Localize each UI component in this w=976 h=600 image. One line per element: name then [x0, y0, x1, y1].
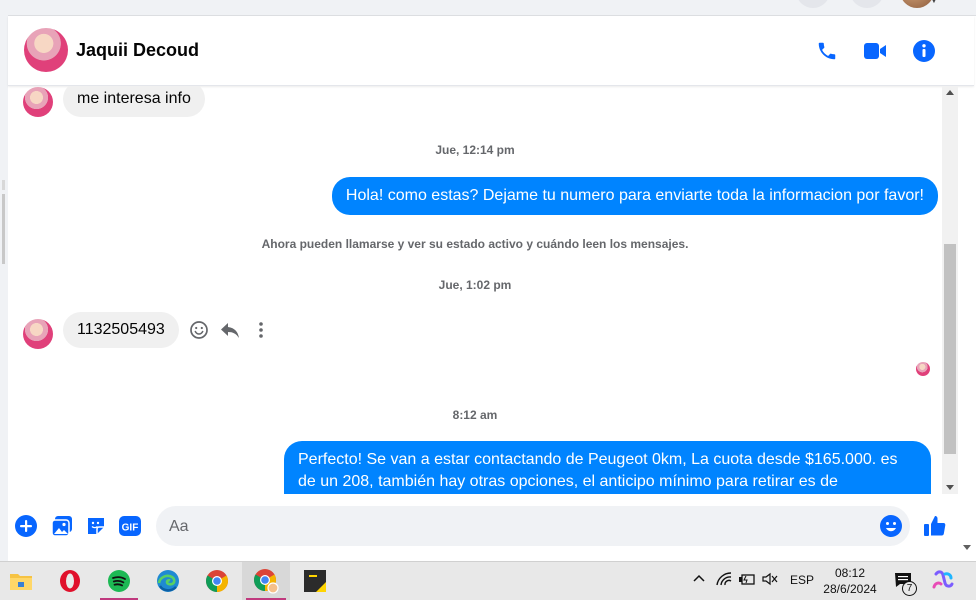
status-notice: Ahora pueden llamarse y ver su estado ac…	[261, 237, 689, 251]
timestamp: 8:12 am	[452, 408, 498, 422]
more-icon[interactable]	[250, 319, 272, 341]
wifi-icon[interactable]	[716, 572, 732, 589]
scroll-down-arrow[interactable]	[946, 485, 954, 490]
scroll-up-arrow[interactable]	[946, 90, 954, 95]
scrollbar-thumb[interactable]	[944, 244, 956, 454]
page-scrollbar[interactable]	[958, 533, 976, 561]
outgoing-message[interactable]: Perfecto! Se van a estar contactando de …	[284, 441, 931, 494]
plus-icon[interactable]	[14, 514, 38, 538]
opera-icon[interactable]	[57, 568, 83, 594]
gif-icon[interactable]: GIF	[118, 514, 142, 538]
taskbar: ESP 08:12 28/6/2024 7	[0, 561, 976, 600]
message-scrollbar[interactable]	[942, 86, 958, 494]
message-input[interactable]: Aa	[156, 506, 910, 546]
timestamp: Jue, 12:14 pm	[435, 143, 515, 157]
phone-icon[interactable]	[814, 38, 840, 64]
spotify-icon[interactable]	[106, 568, 132, 594]
file-explorer-icon[interactable]	[8, 568, 34, 594]
contact-name[interactable]: Jaquii Decoud	[76, 40, 199, 61]
profile-avatar[interactable]	[900, 0, 934, 8]
svg-text:GIF: GIF	[122, 523, 139, 534]
scroll-down-arrow[interactable]	[963, 545, 971, 550]
chevron-down-icon[interactable]: ▼	[930, 0, 938, 5]
incoming-message[interactable]: 1132505493	[63, 312, 179, 348]
message-list: me interesa info Jue, 12:14 pm Hola! com…	[8, 86, 942, 494]
timestamp: Jue, 1:02 pm	[438, 278, 512, 292]
copilot-icon[interactable]	[932, 570, 954, 595]
incoming-message[interactable]: me interesa info	[63, 86, 205, 117]
chrome-icon[interactable]	[204, 568, 230, 594]
video-camera-icon[interactable]	[862, 38, 888, 64]
image-icon[interactable]	[50, 514, 74, 538]
clock-date: 28/6/2024	[823, 582, 877, 596]
outgoing-message[interactable]: Hola! como estas? Dejame tu numero para …	[331, 177, 938, 215]
notification-count-badge: 7	[902, 581, 917, 596]
like-icon[interactable]	[923, 514, 947, 538]
message-composer: GIF Aa	[8, 494, 974, 561]
chat-header: Jaquii Decoud	[8, 16, 974, 86]
sticker-icon[interactable]	[84, 514, 108, 538]
reply-icon[interactable]	[219, 319, 241, 341]
chrome-profile-icon[interactable]	[253, 568, 279, 594]
sender-avatar	[23, 87, 53, 117]
page-edge	[0, 0, 8, 561]
battery-icon[interactable]	[738, 572, 756, 589]
volume-muted-icon[interactable]	[762, 572, 778, 589]
system-clock[interactable]: 08:12 28/6/2024	[822, 565, 878, 597]
chat-window: Jaquii Decoud me interesa info Jue, 12:1…	[8, 16, 974, 561]
react-icon[interactable]	[188, 319, 210, 341]
info-icon[interactable]	[911, 38, 937, 64]
top-circle-button[interactable]	[796, 0, 830, 8]
read-receipt-avatar	[916, 362, 930, 376]
sticky-notes-icon[interactable]	[302, 568, 328, 594]
browser-top-strip: ▼	[0, 0, 976, 16]
top-circle-button[interactable]	[850, 0, 884, 8]
edge-icon[interactable]	[155, 568, 181, 594]
chevron-up-icon[interactable]	[692, 571, 706, 588]
message-input-placeholder: Aa	[169, 518, 189, 535]
contact-avatar[interactable]	[24, 28, 68, 72]
emoji-icon[interactable]	[879, 514, 903, 538]
sender-avatar	[23, 319, 53, 349]
language-indicator[interactable]: ESP	[790, 573, 814, 587]
clock-time: 08:12	[834, 566, 866, 580]
